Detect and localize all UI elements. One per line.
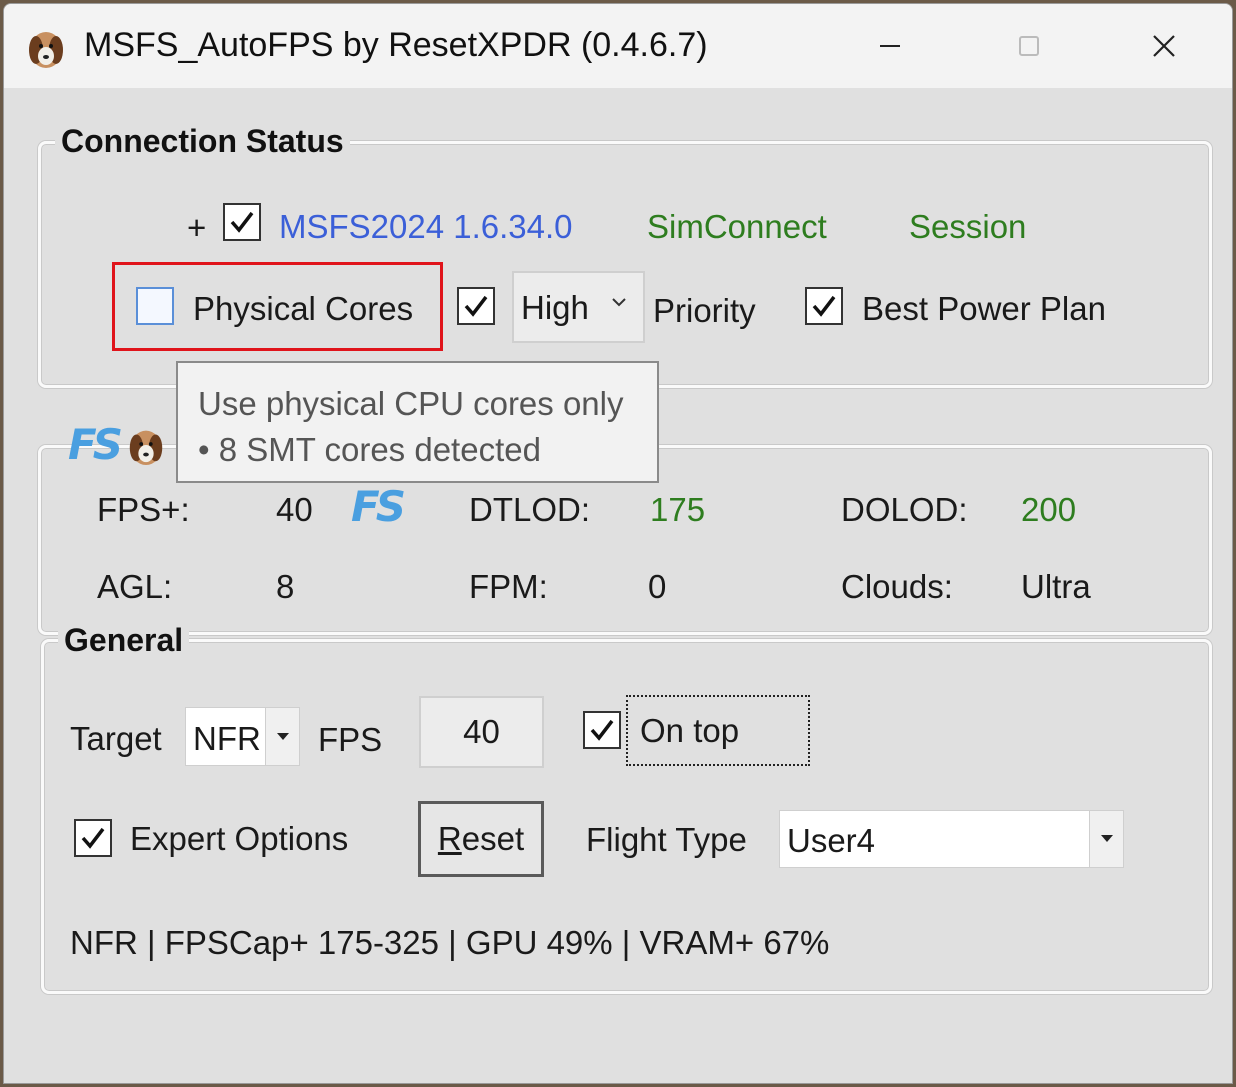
app-dog-icon bbox=[29, 32, 63, 68]
maximize-button[interactable] bbox=[999, 26, 1059, 66]
tooltip-line-1: Use physical CPU cores only bbox=[198, 385, 624, 422]
fpm-value: 0 bbox=[648, 568, 667, 605]
session-status: Session bbox=[909, 208, 1027, 245]
target-select[interactable]: NFR bbox=[185, 707, 300, 766]
agl-value: 8 bbox=[276, 568, 295, 605]
dolod-value: 200 bbox=[1021, 491, 1077, 528]
reset-button[interactable]: Reset bbox=[418, 801, 544, 877]
app-dog-icon bbox=[129, 430, 163, 466]
target-select-value: NFR bbox=[193, 720, 261, 757]
title-bar: MSFS_AutoFPS by ResetXPDR (0.4.6.7) bbox=[4, 4, 1232, 88]
close-icon bbox=[1153, 35, 1175, 57]
clouds-label: Clouds: bbox=[841, 568, 953, 605]
simconnect-status: SimConnect bbox=[647, 208, 827, 245]
priority-label: Priority bbox=[653, 292, 756, 329]
minimize-icon bbox=[880, 45, 900, 47]
power-plan-checkbox[interactable] bbox=[805, 287, 843, 325]
physical-cores-highlight bbox=[112, 262, 443, 351]
connection-status-legend: Connection Status bbox=[55, 123, 350, 160]
window-title: MSFS_AutoFPS by ResetXPDR (0.4.6.7) bbox=[84, 26, 708, 64]
on-top-checkbox[interactable] bbox=[583, 711, 621, 749]
dtlod-value: 175 bbox=[650, 491, 706, 528]
on-top-label[interactable]: On top bbox=[640, 711, 739, 751]
dropdown-arrow-icon bbox=[276, 732, 289, 740]
priority-select-value: High bbox=[521, 289, 589, 326]
fps-label: FPS bbox=[318, 721, 383, 758]
dropdown-arrow-icon bbox=[1100, 835, 1113, 842]
dolod-label: DOLOD: bbox=[841, 491, 968, 528]
checkmark-icon bbox=[81, 827, 105, 849]
flight-type-select[interactable]: User4 bbox=[779, 810, 1124, 868]
priority-select[interactable]: High bbox=[512, 271, 645, 343]
flight-type-label: Flight Type bbox=[586, 821, 747, 858]
fps-plus-value: 40 bbox=[276, 491, 313, 528]
sim-version-label: MSFS2024 1.6.34.0 bbox=[279, 208, 573, 245]
clouds-value: Ultra bbox=[1021, 568, 1091, 605]
sim-checkbox[interactable] bbox=[223, 203, 261, 241]
physical-cores-tooltip: Use physical CPU cores only • 8 SMT core… bbox=[176, 361, 659, 483]
agl-label: AGL: bbox=[97, 568, 173, 605]
checkmark-icon bbox=[230, 211, 254, 233]
priority-checkbox[interactable] bbox=[457, 287, 495, 325]
sim-plus-label: + bbox=[187, 209, 207, 246]
status-line: NFR | FPSCap+ 175-325 | GPU 49% | VRAM+ … bbox=[70, 924, 830, 961]
checkmark-icon bbox=[590, 719, 614, 741]
flight-type-dropdown-button[interactable] bbox=[1089, 811, 1123, 867]
expert-options-label[interactable]: Expert Options bbox=[130, 819, 348, 859]
power-plan-label[interactable]: Best Power Plan bbox=[862, 289, 1106, 329]
tooltip-line-2: • 8 SMT cores detected bbox=[198, 431, 541, 468]
general-legend: General bbox=[58, 622, 190, 659]
dtlod-label: DTLOD: bbox=[469, 491, 591, 528]
app-window: MSFS_AutoFPS by ResetXPDR (0.4.6.7) Conn… bbox=[3, 3, 1233, 1084]
target-label: Target bbox=[70, 720, 162, 757]
checkmark-icon bbox=[812, 295, 836, 317]
fps-target-input[interactable]: 40 bbox=[419, 696, 544, 768]
checkmark-icon bbox=[464, 295, 488, 317]
minimize-button[interactable] bbox=[860, 26, 920, 66]
fpm-label: FPM: bbox=[469, 568, 548, 605]
fps-plus-label: FPS+: bbox=[97, 491, 190, 528]
expert-options-checkbox[interactable] bbox=[74, 819, 112, 857]
close-button[interactable] bbox=[1134, 26, 1194, 66]
chevron-down-icon bbox=[612, 298, 626, 307]
maximize-icon bbox=[1019, 36, 1039, 56]
target-dropdown-button[interactable] bbox=[265, 708, 299, 765]
flight-type-select-value: User4 bbox=[787, 822, 876, 859]
fs-logo-icon: FS bbox=[351, 482, 406, 531]
fs-logo-icon: FS bbox=[68, 420, 123, 469]
